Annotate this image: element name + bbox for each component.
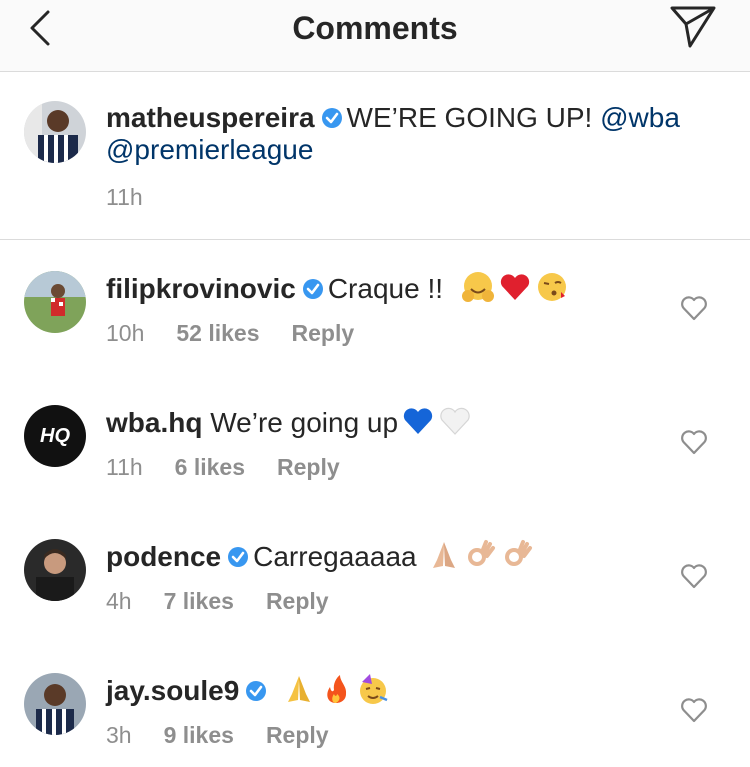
comment-text-line: filipkrovinovic Craque !!	[106, 270, 569, 305]
mention-link[interactable]: @wba	[600, 102, 680, 133]
comment-text: Craque !!	[327, 273, 443, 304]
timestamp: 4h	[106, 588, 132, 614]
hugging-face-emoji-icon	[461, 272, 494, 302]
timestamp: 11h	[106, 184, 143, 210]
avatar[interactable]	[24, 673, 86, 735]
comment-text-line: podence Carregaaaaa	[106, 538, 535, 573]
avatar[interactable]	[24, 271, 86, 333]
likes-count[interactable]: 7 likes	[164, 588, 234, 615]
comment-username[interactable]: filipkrovinovic	[106, 273, 296, 304]
avatar[interactable]: HQ	[24, 405, 86, 467]
header-bar: Comments	[0, 0, 750, 72]
caption-line-2: @premierleague	[106, 134, 313, 166]
caption-text: WE’RE GOING UP!	[346, 102, 593, 133]
partying-face-emoji-icon	[360, 674, 388, 704]
white-heart-emoji-icon	[440, 407, 470, 435]
red-heart-emoji-icon	[500, 274, 529, 300]
comment-text: Carregaaaaa	[253, 541, 417, 572]
comment-username[interactable]: jay.soule9	[106, 675, 239, 706]
verified-badge-icon	[321, 108, 342, 128]
reply-button[interactable]: Reply	[277, 454, 340, 481]
avatar-text: HQ	[40, 425, 70, 447]
ok-hand-emoji-icon	[468, 540, 496, 566]
verified-badge-icon	[228, 547, 249, 567]
reply-button[interactable]: Reply	[266, 722, 329, 749]
likes-count[interactable]: 6 likes	[175, 454, 245, 481]
mention-link[interactable]: @premierleague	[106, 134, 313, 165]
comment-meta: 11h 6 likes Reply	[106, 454, 372, 481]
like-heart-icon[interactable]	[680, 295, 708, 321]
kissing-face-emoji-icon	[537, 273, 566, 301]
comment-username[interactable]: wba.hq	[106, 407, 202, 438]
comment-meta: 10h 52 likes Reply	[106, 320, 386, 347]
verified-badge-icon	[302, 279, 323, 299]
like-heart-icon[interactable]	[680, 429, 708, 455]
likes-count[interactable]: 52 likes	[176, 320, 259, 347]
comment-meta: 3h 9 likes Reply	[106, 722, 361, 749]
verified-badge-icon	[246, 681, 267, 701]
caption-meta: 11h	[106, 184, 175, 211]
comment-meta: 4h 7 likes Reply	[106, 588, 361, 615]
avatar[interactable]	[24, 539, 86, 601]
blue-heart-emoji-icon	[403, 408, 433, 434]
reply-button[interactable]: Reply	[266, 588, 329, 615]
page-title: Comments	[292, 10, 458, 46]
comment-username[interactable]: podence	[106, 541, 221, 572]
likes-count[interactable]: 9 likes	[164, 722, 234, 749]
avatar[interactable]	[24, 101, 86, 163]
like-heart-icon[interactable]	[680, 563, 708, 589]
comment-text-line: jay.soule9	[106, 672, 390, 707]
comment-text-line: wba.hq We’re going up	[106, 404, 472, 439]
reply-button[interactable]: Reply	[292, 320, 355, 347]
ok-hand-emoji-icon	[505, 540, 533, 566]
timestamp: 11h	[106, 454, 143, 480]
like-heart-icon[interactable]	[680, 697, 708, 723]
timestamp: 3h	[106, 722, 132, 748]
caption-line-1: matheuspereira WE’RE GOING UP! @wba	[106, 102, 680, 134]
post-caption: matheuspereira WE’RE GOING UP! @wba @prem…	[0, 72, 750, 240]
praying-hands-emoji-icon	[433, 542, 456, 568]
praying-hands-emoji-icon	[288, 676, 311, 702]
fire-emoji-icon	[327, 675, 347, 703]
caption-username[interactable]: matheuspereira	[106, 102, 315, 133]
send-direct-icon[interactable]	[668, 2, 718, 50]
comment-text: We’re going up	[210, 407, 399, 438]
timestamp: 10h	[106, 320, 145, 346]
